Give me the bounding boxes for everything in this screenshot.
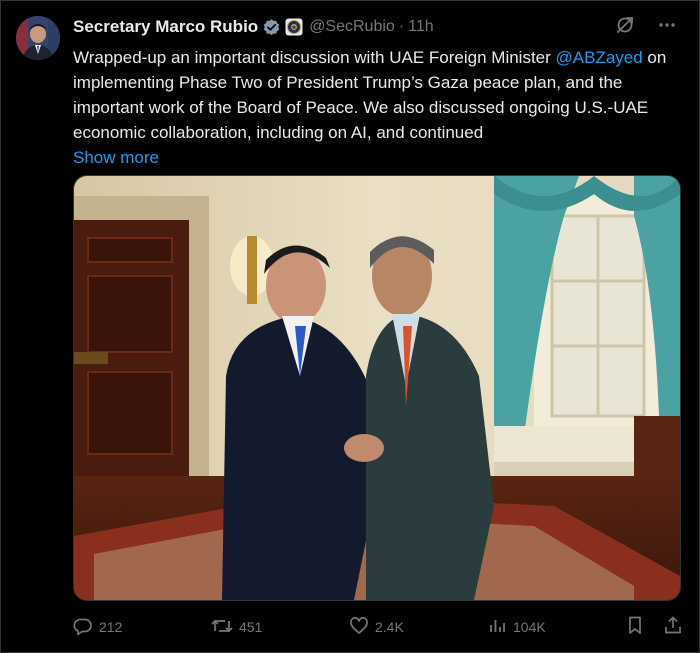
tweet-card[interactable]: Secretary Marco Rubio @SecRubio · 11h Wr…: [0, 0, 700, 653]
show-more-link[interactable]: Show more: [73, 145, 673, 170]
tweet-text: Wrapped-up an important discussion with …: [73, 45, 673, 170]
repost-icon: [211, 616, 233, 639]
more-icon[interactable]: [657, 15, 677, 40]
bookmark-icon[interactable]: [625, 615, 645, 640]
grok-icon[interactable]: [615, 15, 635, 40]
tweet-header: Secretary Marco Rubio @SecRubio · 11h: [73, 15, 677, 39]
views-count: 104K: [513, 619, 546, 635]
tweet-actions: 212 451 2.4K 104K: [73, 613, 683, 641]
repost-count: 451: [239, 619, 263, 635]
mention-link[interactable]: @ABZayed: [556, 48, 643, 67]
tweet-text-body: Wrapped-up an important discussion with …: [73, 48, 556, 67]
reply-count: 212: [99, 619, 123, 635]
repost-button[interactable]: 451: [211, 616, 349, 639]
tweet-photo[interactable]: [73, 175, 681, 601]
separator-dot: ·: [398, 18, 405, 35]
like-count: 2.4K: [375, 619, 404, 635]
avatar-image: [16, 16, 60, 60]
reply-button[interactable]: 212: [73, 616, 211, 639]
like-button[interactable]: 2.4K: [349, 616, 487, 639]
reply-icon: [73, 616, 93, 639]
avatar[interactable]: [16, 16, 60, 60]
share-icon[interactable]: [663, 615, 683, 640]
like-icon: [349, 616, 369, 639]
timestamp[interactable]: 11h: [408, 18, 434, 36]
handle[interactable]: @SecRubio: [309, 18, 395, 36]
verified-badge-icon: [262, 18, 281, 37]
views-icon: [487, 616, 507, 639]
photo-image: [74, 176, 680, 600]
display-name[interactable]: Secretary Marco Rubio: [73, 17, 258, 37]
government-seal-icon: [285, 18, 303, 36]
views-button[interactable]: 104K: [487, 616, 625, 639]
